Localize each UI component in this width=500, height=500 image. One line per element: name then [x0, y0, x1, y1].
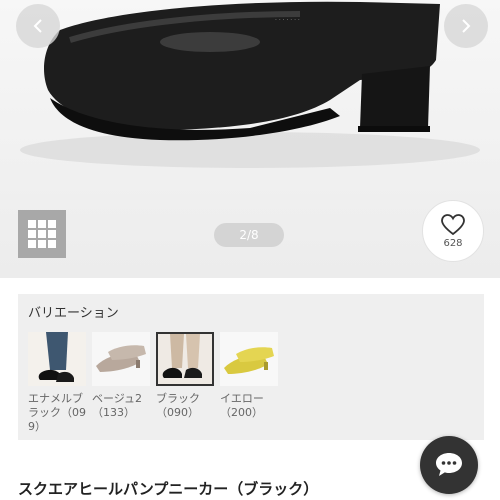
favorite-button[interactable]: 628: [422, 200, 484, 262]
favorite-count: 628: [443, 237, 463, 249]
chat-bubble-icon: [436, 453, 462, 476]
variation-label: イエロー（200）: [220, 392, 264, 419]
variation-label: ブラック（090）: [156, 392, 200, 419]
grid-icon: [28, 220, 56, 248]
variation-label: エナメルブラック（099）: [28, 392, 86, 433]
chat-button[interactable]: [420, 436, 478, 494]
variation-title: バリエーション: [28, 306, 119, 321]
variation-item-selected[interactable]: ブラック（090）: [156, 332, 214, 420]
heart-icon: [441, 213, 465, 235]
chevron-left-icon: [33, 19, 42, 33]
variation-item[interactable]: エナメルブラック（099）: [28, 332, 86, 434]
variation-label: ベージュ2（133）: [92, 392, 143, 419]
variation-panel: バリエーション エナメルブラック（099） ベージュ2（133） ブラック（09…: [18, 294, 484, 440]
image-counter: 2/8: [214, 223, 284, 247]
product-title: スクエアヒールパンプニーカー（ブラック）: [18, 480, 319, 498]
variation-item[interactable]: イエロー（200）: [220, 332, 278, 420]
previous-image-button[interactable]: [16, 4, 60, 48]
chevron-right-icon: [462, 19, 471, 33]
next-image-button[interactable]: [444, 4, 488, 48]
variation-thumbnail: [220, 332, 278, 386]
product-image-gallery[interactable]: · · · · · · · 2/8 628: [0, 0, 500, 278]
svg-text:· · · · · · ·: · · · · · · ·: [275, 17, 300, 24]
variation-thumbnail: [92, 332, 150, 386]
variation-thumbnail: [28, 332, 86, 386]
variation-item[interactable]: ベージュ2（133）: [92, 332, 150, 420]
variation-thumbnail: [156, 332, 214, 386]
thumbnail-grid-button[interactable]: [18, 210, 66, 258]
